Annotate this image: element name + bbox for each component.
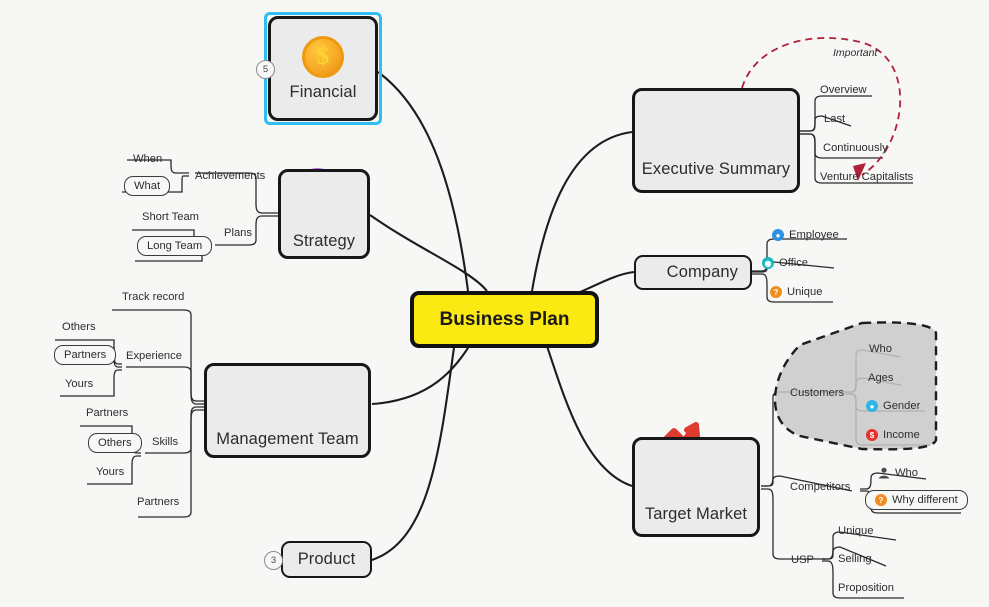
subtopic-employee-label: Employee <box>789 229 839 241</box>
branch-node-target-market[interactable]: Target Market <box>632 437 760 537</box>
subtopic-venture-capitalists[interactable]: Venture Capitalists <box>820 169 913 185</box>
subtopic-why-different-label: Why different <box>892 494 958 506</box>
subtopic-usp[interactable]: USP <box>791 552 814 568</box>
dollar-red-icon: $ <box>866 429 878 441</box>
subtopic-unique-label: Unique <box>787 286 823 298</box>
subtopic-competitors[interactable]: Competitors <box>790 479 850 495</box>
subtopic-usp-proposition[interactable]: Proposition <box>838 580 894 596</box>
branch-node-product[interactable]: Product <box>281 541 372 578</box>
branch-label-strategy: Strategy <box>292 232 356 250</box>
subtopic-employee[interactable]: ● Employee <box>772 227 839 243</box>
subtopic-partners[interactable]: Partners <box>137 494 179 510</box>
question-orange-icon: ? <box>875 494 887 506</box>
subtopic-overview[interactable]: Overview <box>820 82 867 98</box>
subtopic-what[interactable]: What <box>124 176 171 196</box>
central-topic[interactable]: Business Plan <box>410 291 599 348</box>
branch-label-management-team: Management Team <box>216 429 359 448</box>
branch-node-management-team[interactable]: Management Team <box>204 363 371 458</box>
branch-label-target-market: Target Market <box>644 505 748 523</box>
subtopic-unique[interactable]: ? Unique <box>770 284 822 300</box>
branch-label-company: Company <box>666 263 738 281</box>
subtopic-experience-yours[interactable]: Yours <box>65 376 93 392</box>
subtopic-achievements[interactable]: Achievements <box>195 168 265 184</box>
branch-label-product: Product <box>297 550 356 568</box>
branch-node-company[interactable]: Company <box>634 255 752 290</box>
subtopic-long-team[interactable]: Long Team <box>137 236 213 256</box>
subtopic-usp-selling[interactable]: Selling <box>838 551 872 567</box>
badge-product[interactable]: 3 <box>264 551 283 570</box>
person-gray-icon <box>879 467 889 479</box>
office-teal-icon: ◉ <box>762 257 774 269</box>
person-blue-icon: ● <box>772 229 784 241</box>
subtopic-skills-yours[interactable]: Yours <box>96 464 124 480</box>
important-annotation-label[interactable]: Important <box>833 47 877 59</box>
subtopic-competitors-who-label: Who <box>895 467 919 479</box>
subtopic-continuously[interactable]: Continuously <box>823 140 888 156</box>
subtopic-customers-gender[interactable]: ● Gender <box>866 398 920 414</box>
subtopic-experience[interactable]: Experience <box>126 348 182 364</box>
branch-label-financial: Financial <box>289 82 357 101</box>
subtopic-competitors-why-different[interactable]: ? Why different <box>865 490 968 510</box>
subtopic-customers-ages[interactable]: Ages <box>868 370 894 386</box>
subtopic-skills[interactable]: Skills <box>152 434 178 450</box>
branch-node-executive-summary[interactable]: Executive Summary <box>632 88 800 193</box>
person-cyan-icon: ● <box>866 400 878 412</box>
subtopic-customers-who[interactable]: Who <box>869 341 892 357</box>
subtopic-when[interactable]: When <box>133 151 162 167</box>
subtopic-office-label: Office <box>779 257 809 269</box>
subtopic-skills-others[interactable]: Others <box>88 433 142 453</box>
subtopic-experience-partners[interactable]: Partners <box>54 345 117 365</box>
subtopic-usp-unique[interactable]: Unique <box>838 523 873 539</box>
branch-label-executive-summary: Executive Summary <box>641 159 791 178</box>
subtopic-experience-others[interactable]: Others <box>62 319 96 335</box>
branch-node-strategy[interactable]: Strategy <box>278 169 370 259</box>
subtopic-office[interactable]: ◉ Office <box>762 255 808 271</box>
subtopic-gender-label: Gender <box>883 400 921 412</box>
subtopic-skills-partners[interactable]: Partners <box>86 405 128 421</box>
branch-node-financial[interactable]: $ Financial <box>268 16 378 121</box>
question-orange-icon: ? <box>770 286 782 298</box>
gold-coin-dollar-icon: $ <box>302 35 344 78</box>
subtopic-competitors-who[interactable]: Who <box>878 465 918 481</box>
badge-financial[interactable]: 5 <box>256 60 275 79</box>
subtopic-income-label: Income <box>883 429 920 441</box>
subtopic-customers-income[interactable]: $ Income <box>866 427 920 443</box>
subtopic-track-record[interactable]: Track record <box>122 289 184 305</box>
subtopic-last[interactable]: Last <box>824 111 845 127</box>
subtopic-short-team[interactable]: Short Team <box>142 209 199 225</box>
subtopic-plans[interactable]: Plans <box>224 225 252 241</box>
mindmap-canvas: Business Plan $ Financial 5 Strategy Ach… <box>0 0 989 607</box>
subtopic-customers[interactable]: Customers <box>790 385 844 401</box>
